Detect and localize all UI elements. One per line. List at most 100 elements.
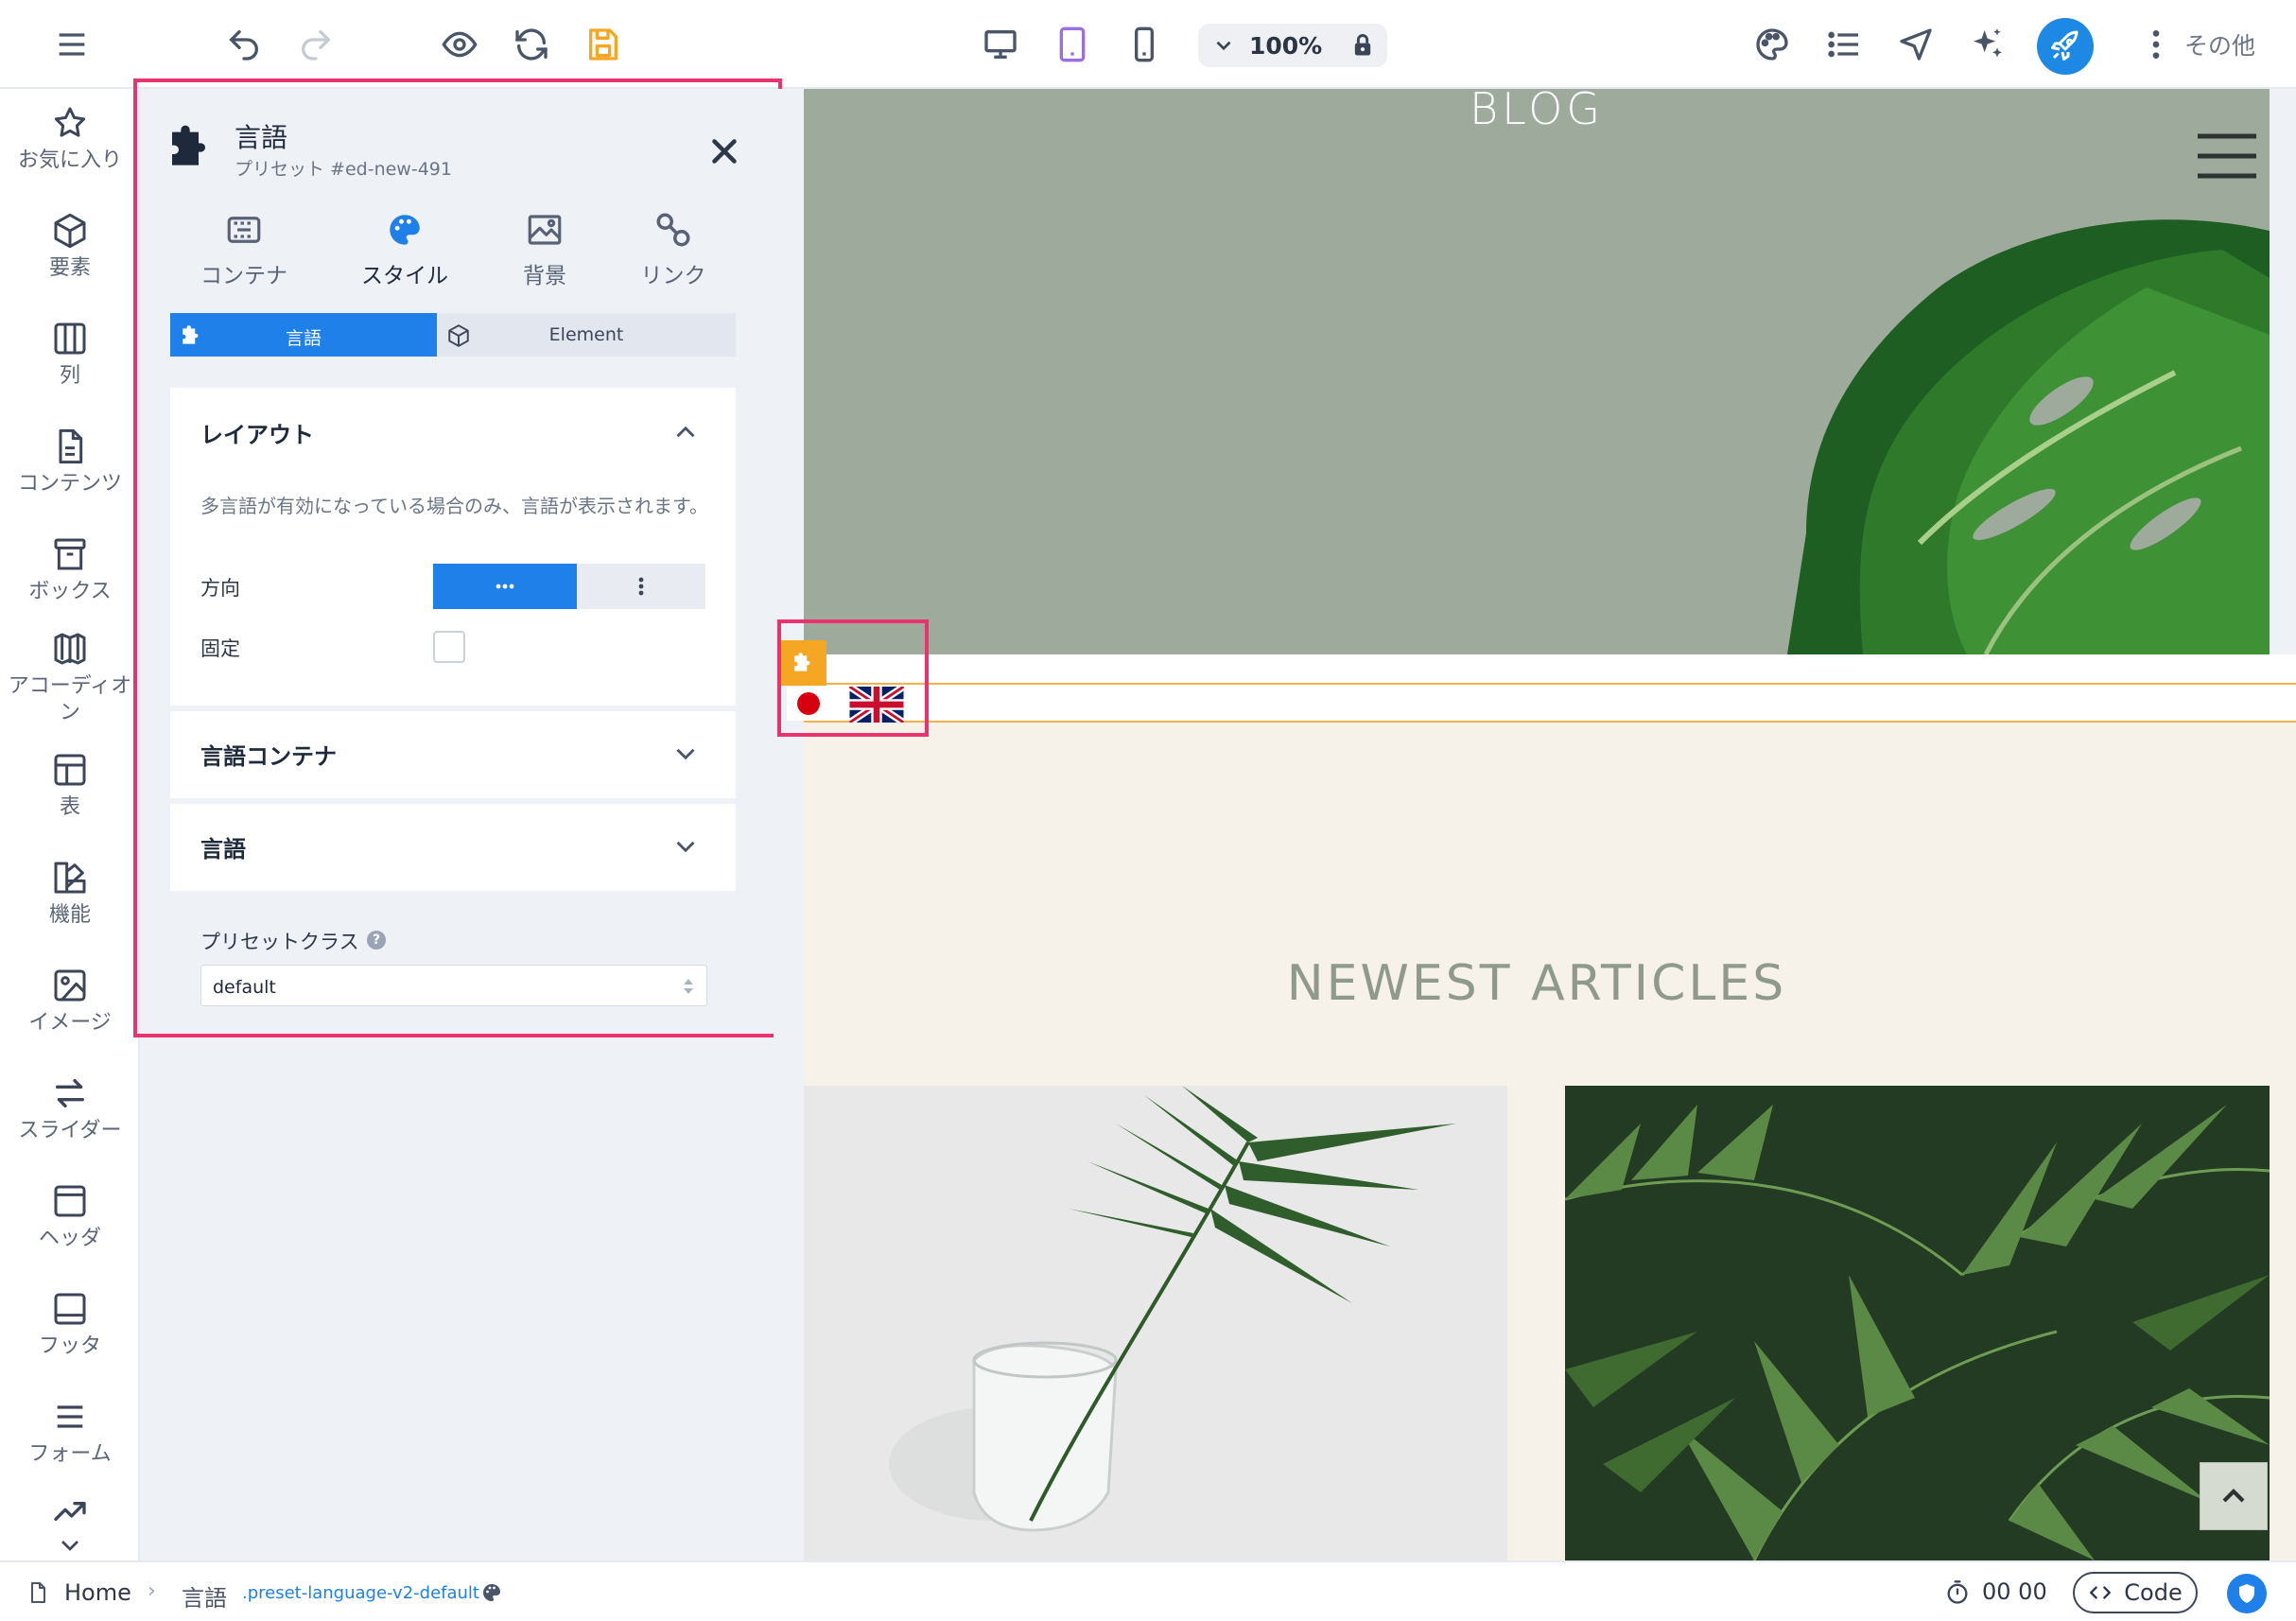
sidebar-item-label: フッタ (38, 1334, 101, 1358)
sidebar-item-label: イメージ (28, 1011, 112, 1035)
palette-icon[interactable] (1749, 22, 1795, 67)
refresh-icon[interactable] (509, 22, 554, 67)
chevron-up-icon[interactable] (670, 416, 702, 448)
hamburger-menu-icon[interactable] (2198, 131, 2256, 182)
language-widget-handle[interactable] (781, 640, 826, 686)
desktop-view-icon[interactable] (978, 22, 1023, 67)
sidebar-item-boxes[interactable]: ボックス (0, 535, 140, 605)
hero-banner[interactable]: BLOG (804, 89, 2270, 654)
uk-flag-icon[interactable] (849, 687, 904, 723)
sidebar-item-label: スライダー (18, 1119, 122, 1142)
help-icon[interactable]: ? (367, 931, 386, 950)
form-icon (57, 1405, 83, 1428)
language-container-section[interactable]: 言語コンテナ (170, 711, 736, 798)
list-icon[interactable] (1821, 22, 1867, 67)
tab-container[interactable]: コンテナ (168, 210, 320, 289)
page-icon (31, 1582, 45, 1603)
chevron-down-icon[interactable] (670, 738, 702, 770)
language-section[interactable]: 言語 (170, 804, 736, 891)
breadcrumb-class[interactable]: .preset-language-v2-default (242, 1583, 479, 1603)
breadcrumb-home[interactable]: Home (64, 1579, 131, 1606)
more-menu[interactable]: その他 (2145, 22, 2255, 67)
sidebar-item-label: ボックス (28, 580, 112, 603)
direction-horizontal-button[interactable] (433, 564, 577, 609)
palm-in-glass-image (804, 1086, 1507, 1560)
chevron-down-icon (1216, 41, 1231, 51)
sidebar-item-footer[interactable]: フッタ (0, 1290, 140, 1360)
palette-icon[interactable] (480, 1581, 503, 1604)
tab-link[interactable]: リンク (598, 210, 749, 289)
language-section-title: 言語 (200, 836, 246, 863)
table-icon (54, 754, 86, 786)
direction-vertical-button[interactable] (577, 564, 705, 609)
mobile-view-icon[interactable] (1122, 22, 1167, 67)
sidebar-item-label: アコーディオン (8, 674, 132, 724)
direction-toggle (433, 564, 705, 609)
lock-icon[interactable] (1349, 32, 1376, 59)
chevron-down-icon[interactable] (670, 830, 702, 863)
sidebar-item-form[interactable]: フォーム (0, 1398, 140, 1468)
footer-icon (54, 1293, 86, 1325)
fixed-label: 固定 (200, 637, 240, 660)
shield-icon (2239, 1584, 2254, 1603)
navigation-icon[interactable] (1893, 22, 1939, 67)
article-card-image[interactable] (1565, 1086, 2270, 1560)
code-icon (2090, 1586, 2112, 1599)
close-icon[interactable] (707, 134, 741, 168)
accordion-icon (54, 633, 86, 665)
sidebar-item-favorites[interactable]: お気に入り (0, 104, 140, 174)
subtab-bar: 言語 Element (170, 313, 736, 357)
preset-class-select[interactable]: default (200, 965, 707, 1006)
preview-eye-icon[interactable] (437, 22, 482, 67)
layout-description: 多言語が有効になっている場合のみ、言語が表示されます。 (200, 495, 708, 517)
hero-title: BLOG (1470, 89, 1604, 134)
japan-flag-icon[interactable] (787, 687, 830, 721)
layout-section-title[interactable]: レイアウト (200, 416, 314, 449)
preset-class-value: default (213, 977, 276, 998)
document-icon (59, 428, 83, 464)
hamburger-menu-icon[interactable] (49, 22, 95, 67)
subtab-element[interactable]: Element (437, 313, 736, 357)
sidebar-item-accordion[interactable]: アコーディオン (0, 630, 140, 726)
zoom-selector[interactable]: 100% (1198, 24, 1387, 67)
sidebar-item-more[interactable] (0, 1492, 140, 1560)
tablet-view-icon[interactable] (1050, 22, 1095, 67)
chevron-down-icon (61, 1541, 78, 1551)
image-icon (528, 215, 562, 245)
save-icon[interactable] (581, 22, 626, 67)
breadcrumb-element[interactable]: 言語 (182, 1579, 227, 1612)
subtab-language[interactable]: 言語 (170, 313, 437, 357)
palm-leaves-image (1565, 1086, 2270, 1560)
sidebar-item-label: 表 (59, 795, 80, 819)
sidebar-item-image[interactable]: イメージ (0, 967, 140, 1037)
status-bar: Home › 言語 .preset-language-v2-default 00… (0, 1560, 2296, 1621)
redo-icon[interactable] (293, 22, 339, 67)
sidebar-item-columns[interactable]: 列 (0, 320, 140, 390)
security-shield-button[interactable] (2227, 1574, 2267, 1613)
sidebar-item-elements[interactable]: 要素 (0, 212, 140, 282)
monstera-leaf-image (1787, 219, 2270, 654)
sidebar-item-slider[interactable]: スライダー (0, 1074, 140, 1144)
undo-icon[interactable] (221, 22, 267, 67)
sidebar-item-table[interactable]: 表 (0, 751, 140, 821)
trend-icon (54, 1502, 86, 1521)
scroll-to-top-button[interactable] (2200, 1462, 2268, 1530)
code-button[interactable]: Code (2073, 1572, 2198, 1613)
fixed-checkbox[interactable] (433, 631, 465, 663)
breadcrumb-separator: › (148, 1579, 156, 1603)
sidebar-item-label: ヘッダ (38, 1227, 101, 1250)
sidebar-item-header[interactable]: ヘッダ (0, 1182, 140, 1252)
panel-title: 言語 (235, 122, 288, 153)
selection-guide-line (804, 683, 2296, 685)
article-card-image[interactable] (804, 1086, 1507, 1560)
timer-value: 00 00 (1982, 1578, 2047, 1605)
horizontal-dots-icon (496, 584, 514, 589)
articles-heading: NEWEST ARTICLES (1286, 955, 1787, 1012)
container-icon (227, 217, 261, 243)
publish-rocket-button[interactable] (2037, 18, 2094, 75)
sidebar-item-contents[interactable]: コンテンツ (0, 427, 140, 497)
sidebar-item-features[interactable]: 機能 (0, 859, 140, 929)
tab-style[interactable]: スタイル (329, 210, 480, 289)
vertical-dots-icon (2152, 30, 2160, 59)
ai-sparkle-icon[interactable] (1965, 22, 2010, 67)
